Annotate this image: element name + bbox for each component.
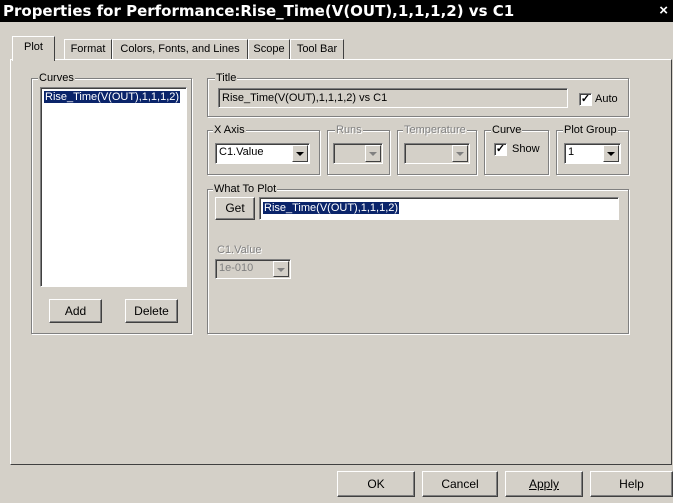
curve-list-item-label: Rise_Time(V(OUT),1,1,1,2) (44, 91, 181, 103)
chevron-down-icon (365, 145, 381, 162)
title-field-value: Rise_Time(V(OUT),1,1,1,2) vs C1 (222, 92, 388, 104)
x-axis-legend: X Axis (213, 124, 246, 136)
runs-legend: Runs (335, 124, 363, 136)
expression-input[interactable]: Rise_Time(V(OUT),1,1,1,2) (259, 197, 619, 220)
runs-select (333, 143, 383, 164)
help-button[interactable]: Help (590, 471, 673, 497)
plot-group-select[interactable]: 1 (564, 143, 621, 164)
what-to-plot-legend: What To Plot (213, 183, 278, 195)
title-legend: Title (215, 72, 238, 84)
plot-group-legend: Plot Group (563, 124, 618, 136)
auto-label: Auto (595, 93, 618, 105)
chevron-down-icon[interactable] (603, 145, 619, 162)
tab-label: Format (70, 43, 106, 55)
tab-label: Colors, Fonts, and Lines (120, 43, 240, 55)
ok-button[interactable]: OK (337, 471, 415, 497)
show-label: Show (512, 143, 540, 155)
tab-scope[interactable]: Scope (248, 39, 290, 59)
tab-colors-fonts-lines[interactable]: Colors, Fonts, and Lines (112, 39, 248, 59)
expression-value: Rise_Time(V(OUT),1,1,1,2) (263, 202, 400, 214)
curves-legend: Curves (38, 72, 75, 84)
tab-label: Tool Bar (296, 43, 338, 55)
param-value-select: 1e-010 (215, 259, 291, 279)
auto-checkbox[interactable]: ✓ (579, 93, 592, 106)
temperature-legend: Temperature (403, 124, 467, 136)
apply-button[interactable]: Apply (505, 471, 583, 497)
delete-curve-button[interactable]: Delete (125, 299, 178, 323)
chevron-down-icon (273, 261, 289, 277)
add-curve-button[interactable]: Add (49, 299, 102, 323)
plot-group-value: 1 (568, 146, 575, 158)
tab-format[interactable]: Format (64, 39, 112, 59)
curve-list-item[interactable]: Rise_Time(V(OUT),1,1,1,2) (44, 91, 181, 103)
tab-label: Scope (253, 43, 285, 55)
tab-tool-bar[interactable]: Tool Bar (290, 39, 344, 59)
show-checkbox[interactable]: ✓ (494, 143, 507, 156)
title-field[interactable]: Rise_Time(V(OUT),1,1,1,2) vs C1 (218, 88, 568, 108)
x-axis-value: C1.Value (219, 146, 264, 158)
title-bar: Properties for Performance:Rise_Time(V(O… (0, 0, 673, 22)
curves-listbox[interactable]: Rise_Time(V(OUT),1,1,1,2) (40, 87, 187, 287)
chevron-down-icon (452, 145, 468, 162)
param-value: 1e-010 (219, 262, 254, 274)
close-icon[interactable]: × (659, 0, 668, 22)
tab-label: Plot (24, 41, 43, 53)
apply-label: Apply (528, 477, 560, 491)
param-label: C1.Value (217, 244, 262, 256)
cancel-button[interactable]: Cancel (422, 471, 498, 497)
x-axis-select[interactable]: C1.Value (215, 143, 310, 164)
window-title: Properties for Performance:Rise_Time(V(O… (3, 2, 515, 20)
chevron-down-icon[interactable] (292, 145, 308, 162)
temperature-select (404, 143, 470, 164)
tab-plot[interactable]: Plot (12, 36, 55, 61)
get-button[interactable]: Get (215, 197, 255, 220)
curve-legend: Curve (491, 124, 523, 136)
